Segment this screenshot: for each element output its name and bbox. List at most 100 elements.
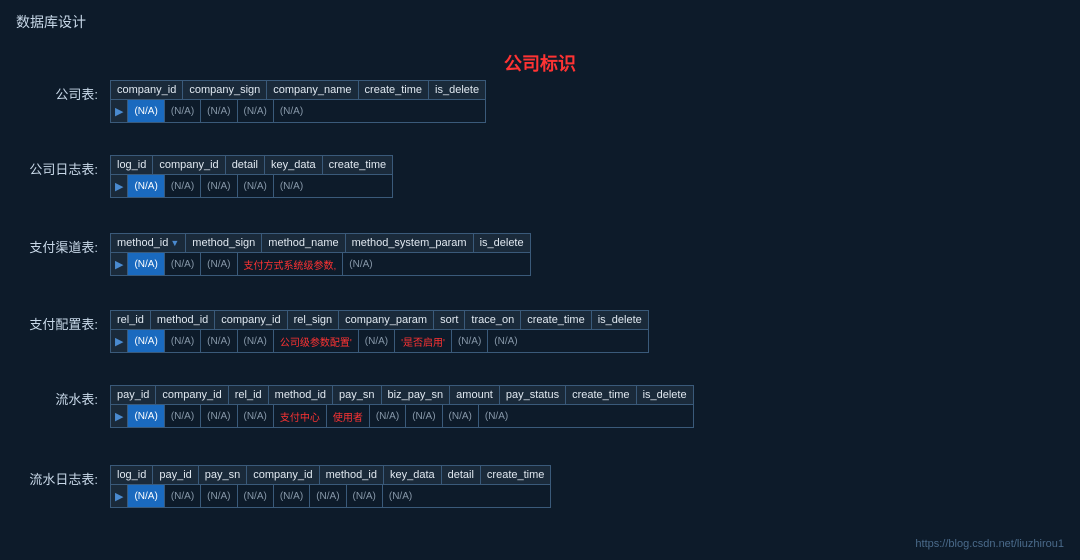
data-cell-flow-7: (N/A): [406, 405, 442, 427]
arrow-cell-flow: ▶: [111, 405, 128, 427]
data-cell-flow-4: 支付中心: [274, 405, 327, 427]
table-row-company: 公司表:company_idcompany_signcompany_namecr…: [0, 80, 1080, 123]
col-header-payment_config-5: sort: [434, 311, 465, 329]
data-cell-company_log-0: (N/A): [128, 175, 164, 197]
data-cell-payment_channel-2: (N/A): [201, 253, 237, 275]
data-cell-company_log-1: (N/A): [165, 175, 201, 197]
data-row-payment_channel: ▶(N/A)(N/A)(N/A)支付方式系统级参数,(N/A): [111, 253, 530, 275]
data-cell-flow_log-6: (N/A): [347, 485, 383, 507]
data-cell-company_log-2: (N/A): [201, 175, 237, 197]
col-header-company_log-2: detail: [226, 156, 265, 174]
col-header-flow_log-6: detail: [442, 466, 481, 484]
arrow-cell-payment_config: ▶: [111, 330, 128, 352]
table-row-payment_channel: 支付渠道表:method_id ▼method_signmethod_namem…: [0, 233, 1080, 276]
data-cell-flow-5: 使用者: [327, 405, 370, 427]
data-cell-payment_config-5: (N/A): [359, 330, 395, 352]
col-header-company_log-0: log_id: [111, 156, 153, 174]
data-cell-payment_channel-1: (N/A): [165, 253, 201, 275]
data-cell-payment_config-4: 公司级参数配置': [274, 330, 359, 352]
data-cell-company-2: (N/A): [201, 100, 237, 122]
table-label-payment_config: 支付配置表:: [0, 310, 110, 333]
data-cell-company-4: (N/A): [274, 100, 309, 122]
col-header-flow_log-7: create_time: [481, 466, 550, 484]
col-header-company_log-1: company_id: [153, 156, 225, 174]
db-table-payment_config: rel_idmethod_idcompany_idrel_signcompany…: [110, 310, 649, 353]
data-cell-company-0: (N/A): [128, 100, 164, 122]
col-header-payment_config-6: trace_on: [465, 311, 521, 329]
col-header-payment_config-8: is_delete: [592, 311, 648, 329]
col-header-company-0: company_id: [111, 81, 183, 99]
data-cell-flow-8: (N/A): [443, 405, 479, 427]
data-cell-flow-9: (N/A): [479, 405, 514, 427]
table-row-payment_config: 支付配置表:rel_idmethod_idcompany_idrel_signc…: [0, 310, 1080, 353]
data-row-company_log: ▶(N/A)(N/A)(N/A)(N/A)(N/A): [111, 175, 392, 197]
col-header-payment_channel-3: method_system_param: [346, 234, 474, 252]
col-header-payment_config-7: create_time: [521, 311, 591, 329]
arrow-cell-company: ▶: [111, 100, 128, 122]
col-header-flow-3: method_id: [269, 386, 333, 404]
data-cell-company-1: (N/A): [165, 100, 201, 122]
table-label-flow_log: 流水日志表:: [0, 465, 110, 488]
col-header-payment_config-3: rel_sign: [288, 311, 340, 329]
table-row-flow_log: 流水日志表:log_idpay_idpay_sncompany_idmethod…: [0, 465, 1080, 508]
page-title: 数据库设计: [16, 12, 86, 32]
col-header-flow-9: is_delete: [637, 386, 693, 404]
data-row-company: ▶(N/A)(N/A)(N/A)(N/A)(N/A): [111, 100, 485, 122]
col-header-flow-1: company_id: [156, 386, 228, 404]
arrow-cell-payment_channel: ▶: [111, 253, 128, 275]
col-header-payment_channel-4: is_delete: [474, 234, 530, 252]
col-header-payment_channel-1: method_sign: [186, 234, 262, 252]
table-label-company_log: 公司日志表:: [0, 155, 110, 178]
data-cell-flow-1: (N/A): [165, 405, 201, 427]
data-cell-flow-6: (N/A): [370, 405, 406, 427]
data-cell-flow_log-2: (N/A): [201, 485, 237, 507]
col-header-payment_config-4: company_param: [339, 311, 434, 329]
col-header-flow-0: pay_id: [111, 386, 156, 404]
center-label: 公司标识: [0, 50, 1080, 76]
data-cell-payment_config-2: (N/A): [201, 330, 237, 352]
data-cell-flow_log-1: (N/A): [165, 485, 201, 507]
db-table-flow_log: log_idpay_idpay_sncompany_idmethod_idkey…: [110, 465, 551, 508]
data-row-flow: ▶(N/A)(N/A)(N/A)(N/A)支付中心使用者(N/A)(N/A)(N…: [111, 405, 693, 427]
col-header-flow-7: pay_status: [500, 386, 566, 404]
data-cell-company_log-4: (N/A): [274, 175, 309, 197]
data-row-payment_config: ▶(N/A)(N/A)(N/A)(N/A)公司级参数配置'(N/A)'是否启用'…: [111, 330, 648, 352]
data-cell-flow-3: (N/A): [238, 405, 274, 427]
db-table-payment_channel: method_id ▼method_signmethod_namemethod_…: [110, 233, 531, 276]
col-header-company-1: company_sign: [183, 81, 267, 99]
col-header-payment_config-0: rel_id: [111, 311, 151, 329]
col-header-flow-8: create_time: [566, 386, 636, 404]
db-table-company_log: log_idcompany_iddetailkey_datacreate_tim…: [110, 155, 393, 198]
col-header-flow-6: amount: [450, 386, 500, 404]
col-header-flow_log-1: pay_id: [153, 466, 198, 484]
data-cell-flow_log-0: (N/A): [128, 485, 164, 507]
col-header-payment_channel-2: method_name: [262, 234, 345, 252]
col-header-flow-2: rel_id: [229, 386, 269, 404]
table-row-company_log: 公司日志表:log_idcompany_iddetailkey_datacrea…: [0, 155, 1080, 198]
data-cell-payment_config-7: (N/A): [452, 330, 488, 352]
col-header-company_log-4: create_time: [323, 156, 392, 174]
table-label-flow: 流水表:: [0, 385, 110, 408]
arrow-cell-flow_log: ▶: [111, 485, 128, 507]
data-cell-flow_log-5: (N/A): [310, 485, 346, 507]
col-header-payment_config-1: method_id: [151, 311, 215, 329]
data-cell-payment_config-6: '是否启用': [395, 330, 452, 352]
col-header-company-3: create_time: [359, 81, 429, 99]
col-header-company-4: is_delete: [429, 81, 485, 99]
db-table-flow: pay_idcompany_idrel_idmethod_idpay_snbiz…: [110, 385, 694, 428]
table-row-flow: 流水表:pay_idcompany_idrel_idmethod_idpay_s…: [0, 385, 1080, 428]
data-cell-flow-0: (N/A): [128, 405, 164, 427]
data-cell-payment_config-8: (N/A): [488, 330, 523, 352]
col-header-flow_log-0: log_id: [111, 466, 153, 484]
col-header-flow-4: pay_sn: [333, 386, 381, 404]
col-header-company-2: company_name: [267, 81, 358, 99]
data-cell-flow_log-4: (N/A): [274, 485, 310, 507]
data-cell-company_log-3: (N/A): [238, 175, 274, 197]
arrow-cell-company_log: ▶: [111, 175, 128, 197]
data-row-flow_log: ▶(N/A)(N/A)(N/A)(N/A)(N/A)(N/A)(N/A)(N/A…: [111, 485, 550, 507]
data-cell-payment_config-3: (N/A): [238, 330, 274, 352]
data-cell-payment_channel-0: (N/A): [128, 253, 164, 275]
col-header-flow_log-3: company_id: [247, 466, 319, 484]
watermark: https://blog.csdn.net/liuzhirou1: [915, 538, 1064, 550]
data-cell-flow-2: (N/A): [201, 405, 237, 427]
